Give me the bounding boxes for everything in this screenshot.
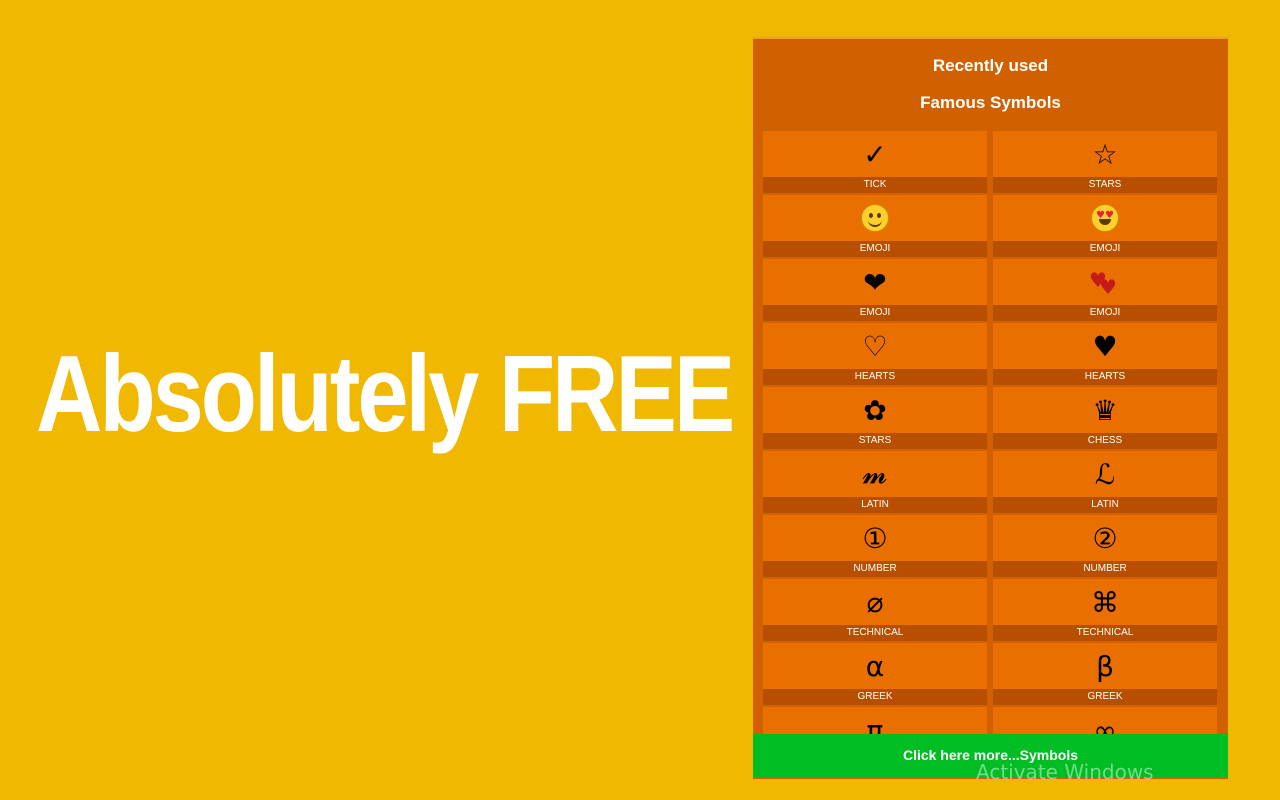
symbol-glyph: ② [993, 515, 1217, 561]
symbol-glyph-container: ♥ ♥ [993, 259, 1217, 305]
symbol-tile-hearts-solid[interactable]: ♥ HEARTS [993, 323, 1217, 385]
symbol-tile-latin-m[interactable]: 𝓶 LATIN [763, 451, 987, 513]
symbol-glyph-container [763, 195, 987, 241]
symbol-glyph: ♡ [763, 323, 987, 369]
symbol-tile-number-2[interactable]: ② NUMBER [993, 515, 1217, 577]
more-symbols-button[interactable]: Click here more...Symbols [753, 734, 1228, 777]
symbol-label: TECHNICAL [993, 625, 1217, 641]
symbol-glyph: ♥ [993, 323, 1217, 369]
symbol-glyph: ✿ [763, 387, 987, 433]
symbol-label: CHESS [993, 433, 1217, 449]
symbol-label: EMOJI [763, 305, 987, 321]
symbol-label: GREEK [993, 689, 1217, 705]
recently-used-link[interactable]: Recently used [753, 56, 1228, 76]
symbol-label: HEARTS [993, 369, 1217, 385]
symbol-tile-technical-command[interactable]: ⌘ TECHNICAL [993, 579, 1217, 641]
symbol-glyph: ⌘ [993, 579, 1217, 625]
symbol-tile-number-1[interactable]: ① NUMBER [763, 515, 987, 577]
symbol-tile-emoji-two-hearts[interactable]: ♥ ♥ EMOJI [993, 259, 1217, 321]
famous-symbols-heading: Famous Symbols [920, 93, 1061, 112]
symbol-tile-latin-l[interactable]: ℒ LATIN [993, 451, 1217, 513]
symbol-tile-tick[interactable]: ✓ TICK [763, 131, 987, 193]
symbol-tile-emoji-red-heart[interactable]: ❤ EMOJI [763, 259, 987, 321]
symbol-glyph: ♛ [993, 387, 1217, 433]
symbol-tile-greek-alpha[interactable]: α GREEK [763, 643, 987, 705]
symbol-tile-emoji-smile[interactable]: EMOJI [763, 195, 987, 257]
symbol-glyph: ⌀ [763, 579, 987, 625]
symbol-glyph: ℒ [993, 451, 1217, 497]
stage: Absolutely FREE !!! Recently used Famous… [0, 0, 1280, 800]
symbol-label: LATIN [763, 497, 987, 513]
symbol-glyph-container: ♥ ♥ [993, 195, 1217, 241]
symbol-tile-chess[interactable]: ♛ CHESS [993, 387, 1217, 449]
symbol-glyph: ✓ [763, 131, 987, 177]
symbol-label: EMOJI [993, 241, 1217, 257]
symbol-glyph: ① [763, 515, 987, 561]
symbol-grid: ✓ TICK ☆ STARS EMOJI ♥ ♥ EMOJI ❤ EMOJI ♥… [763, 131, 1218, 769]
symbol-tile-technical-diameter[interactable]: ⌀ TECHNICAL [763, 579, 987, 641]
symbol-tile-stars-flower[interactable]: ✿ STARS [763, 387, 987, 449]
symbol-tile-emoji-heart-eyes[interactable]: ♥ ♥ EMOJI [993, 195, 1217, 257]
symbol-label: STARS [763, 433, 987, 449]
symbol-label: TECHNICAL [763, 625, 987, 641]
symbol-label: NUMBER [763, 561, 987, 577]
two-hearts-icon: ♥ ♥ [1089, 268, 1117, 299]
symbol-glyph: ☆ [993, 131, 1217, 177]
symbol-glyph: 𝓶 [763, 451, 987, 497]
headline: Absolutely FREE !!! [36, 334, 841, 455]
symbol-tile-hearts-outline[interactable]: ♡ HEARTS [763, 323, 987, 385]
symbol-label: EMOJI [993, 305, 1217, 321]
heart-eyes-face-icon: ♥ ♥ [1091, 204, 1119, 232]
symbol-label: EMOJI [763, 241, 987, 257]
symbol-tile-stars[interactable]: ☆ STARS [993, 131, 1217, 193]
smiling-face-icon [861, 204, 889, 232]
symbol-label: GREEK [763, 689, 987, 705]
symbol-label: LATIN [993, 497, 1217, 513]
symbol-glyph: β [993, 643, 1217, 689]
symbol-glyph: α [763, 643, 987, 689]
red-heart-icon: ❤ [763, 259, 987, 305]
symbol-label: NUMBER [993, 561, 1217, 577]
symbol-tile-greek-beta[interactable]: β GREEK [993, 643, 1217, 705]
symbol-label: HEARTS [763, 369, 987, 385]
symbol-label: TICK [763, 177, 987, 193]
symbols-popup: Recently used Famous Symbols ✓ TICK ☆ ST… [753, 37, 1228, 779]
symbol-label: STARS [993, 177, 1217, 193]
